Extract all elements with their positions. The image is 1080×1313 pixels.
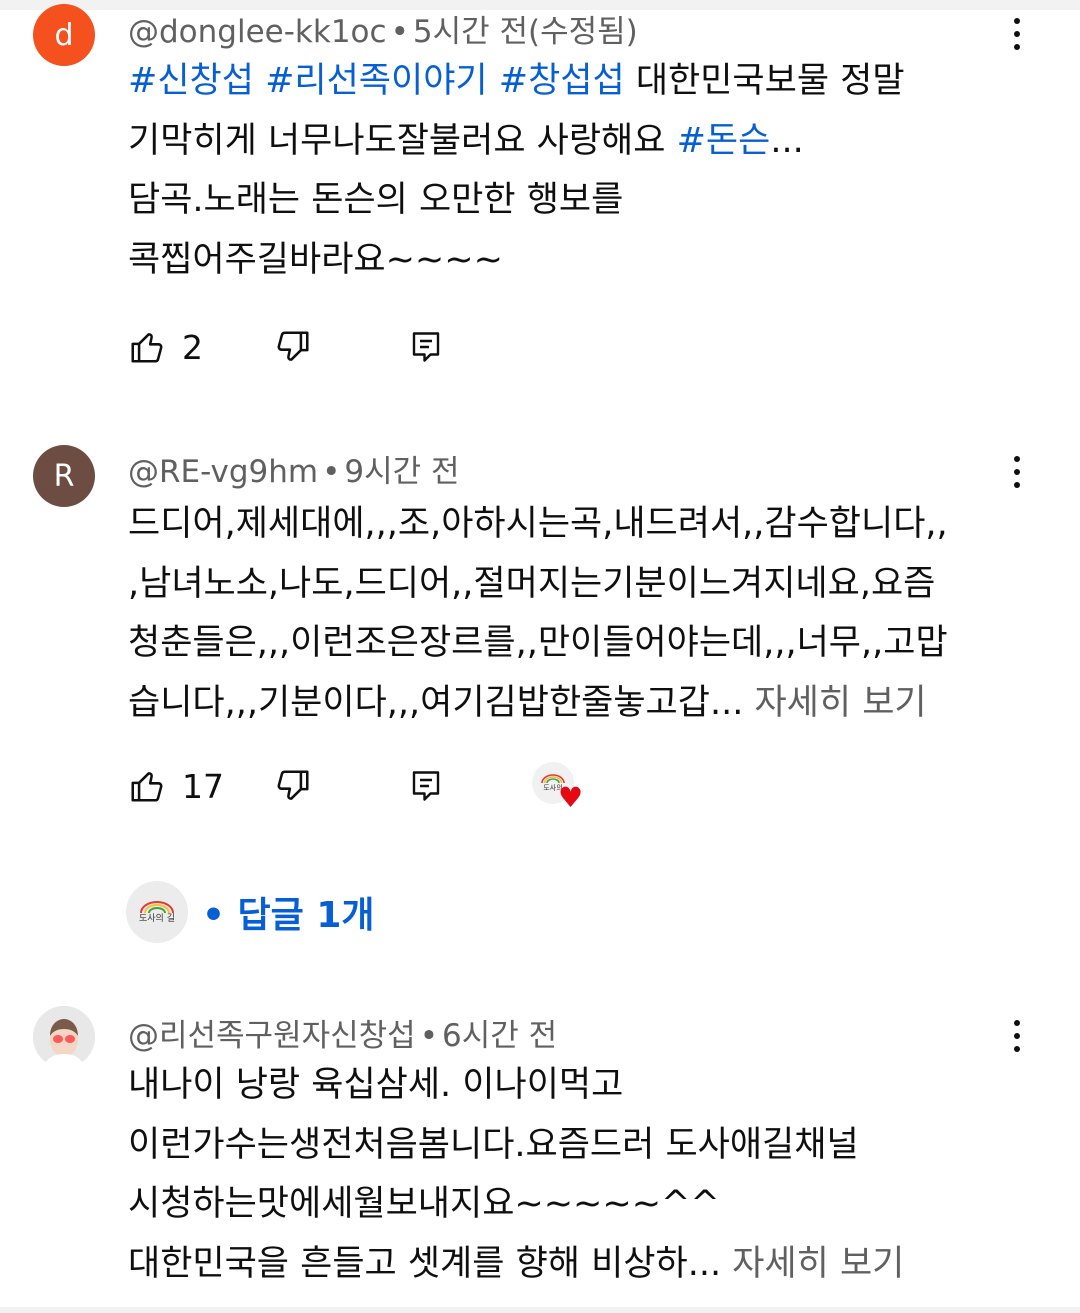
reply-icon	[412, 771, 440, 801]
comment-text-segment: 습니다,,,기분이다,,,여기김밥한줄놓고갑...	[128, 682, 755, 723]
comment-text-segment: 내나이 낭랑 육십삼세. 이나이먹고	[128, 1065, 624, 1105]
comment-text-segment: ...	[770, 120, 804, 161]
comment: d @donglee-kk1oc • 5시간 전(수정됨) #신창섭 #리선족이야기…	[0, 0, 1080, 420]
comment-text-segment: 기막히게 너무나도잘불러요 사랑해요	[128, 120, 677, 161]
read-more-link[interactable]: 자세히 보기	[732, 1244, 904, 1284]
dislike-button[interactable]	[274, 325, 312, 369]
comment-line: #신창섭 #리선족이야기 #창섭섭 대한민국보물 정말	[128, 52, 1028, 112]
hashtag-link[interactable]: #신창섭	[128, 61, 254, 101]
comment-line: 내나이 낭랑 육십삼세. 이나이먹고	[128, 1056, 1028, 1116]
comment-line: 대한민국을 흔들고 셋계를 향해 비상하... 자세히 보기	[128, 1235, 1028, 1295]
timestamp: 5시간 전(수정됨)	[412, 14, 638, 50]
comment-text-segment	[488, 61, 499, 101]
rainbow-icon	[140, 901, 174, 914]
avatar-letter: d	[54, 17, 74, 53]
author-name[interactable]: @donglee-kk1oc	[128, 14, 387, 50]
comment-text-segment	[254, 61, 265, 101]
like-button[interactable]: 2	[128, 325, 203, 369]
comment-text-segment: 드디어,제세대에,,,조,아하시는곡,내드려서,,감수합니다,,	[128, 504, 948, 544]
hashtag-link[interactable]: #리선족이야기	[265, 61, 488, 101]
replies-toggle[interactable]: 도사의 길 • 답글 1개	[126, 880, 375, 944]
comment-line: 이런가수는생전처음봄니다.요즘드러 도사애길채널	[128, 1116, 1028, 1176]
thumb-down-icon	[277, 770, 309, 800]
hashtag-link[interactable]: #돈슨	[677, 121, 771, 161]
comment-line: 청춘들은,,,이런조은장르를,,만이들어야는데,,,너무,,고맙	[128, 614, 1028, 674]
thumb-down-icon	[277, 331, 309, 361]
author-name[interactable]: @RE-vg9hm	[128, 454, 318, 490]
more-vert-icon[interactable]	[1000, 448, 1034, 496]
meta-separator: •	[390, 14, 409, 50]
reply-button[interactable]	[408, 325, 444, 369]
thumb-up-icon	[131, 772, 163, 802]
profile-photo-icon	[33, 1006, 95, 1068]
comment-text: #신창섭 #리선족이야기 #창섭섭 대한민국보물 정말 기막히게 너무나도잘불러요…	[128, 52, 1028, 290]
comment-line: 기막히게 너무나도잘불러요 사랑해요 #돈슨...	[128, 112, 1028, 172]
dislike-button[interactable]	[274, 764, 312, 808]
comment-line: 시청하는맛에세월보내지요~~~~~^^	[128, 1175, 1028, 1235]
meta-separator: •	[419, 1018, 438, 1054]
replies-count[interactable]: • 답글 1개	[202, 886, 375, 938]
comment-meta: @donglee-kk1oc • 5시간 전(수정됨)	[128, 6, 638, 51]
heart-icon: ♥	[558, 781, 584, 814]
comment-text-segment: 대한민국을 흔들고 셋계를 향해 비상하...	[128, 1243, 733, 1284]
comment-line: 습니다,,,기분이다,,,여기김밥한줄놓고갑... 자세히 보기	[128, 674, 1028, 734]
comment-actions: 2	[128, 325, 648, 375]
reply-button[interactable]	[408, 764, 444, 808]
avatar[interactable]: R	[33, 445, 95, 507]
avatar-letter: R	[53, 458, 75, 494]
avatar[interactable]: d	[33, 4, 95, 66]
comment-text-segment: 대한민국보물 정말	[624, 61, 905, 101]
author-name[interactable]: @리선족구원자신창섭	[128, 1018, 416, 1054]
comment-line: ,남녀노소,나도,드디어,,절머지는기분이느겨지네요,요즘	[128, 555, 1028, 615]
comment-text-segment: 콕찝어주길바라요~~~~	[128, 239, 503, 280]
comment-text-segment: 시청하는맛에세월보내지요~~~~~^^	[128, 1184, 720, 1224]
reply-icon	[412, 332, 440, 362]
comment-text[interactable]: 드디어,제세대에,,,조,아하시는곡,내드려서,,감수합니다,, ,남녀노소,나도…	[128, 495, 1028, 733]
replier-avatar: 도사의 길	[126, 881, 188, 943]
read-more-link[interactable]: 자세히 보기	[754, 683, 926, 723]
comment-text[interactable]: 내나이 낭랑 육십삼세. 이나이먹고이런가수는생전처음봄니다.요즘드러 도사애길…	[128, 1056, 1028, 1294]
comment-line: 콕찝어주길바라요~~~~	[128, 231, 1028, 291]
comment: R @RE-vg9hm • 9시간 전 드디어,제세대에,,,조,아하시는곡,내드려…	[0, 430, 1080, 970]
timestamp: 6시간 전	[441, 1018, 558, 1054]
comment-meta: @RE-vg9hm • 9시간 전	[128, 446, 460, 491]
more-vert-icon[interactable]	[1000, 1012, 1034, 1060]
comment-actions: 17 도사의 ♥	[128, 762, 648, 814]
like-count: 17	[182, 766, 224, 806]
avatar[interactable]	[33, 1006, 95, 1068]
meta-separator: •	[322, 454, 341, 490]
comment-text-segment: ,남녀노소,나도,드디어,,절머지는기분이느겨지네요,요즘	[128, 563, 936, 604]
comment-text-segment: 담곡.노래는 돈슨의 오만한 행보를	[128, 180, 624, 220]
comment: @리선족구원자신창섭 • 6시간 전 내나이 낭랑 육십삼세. 이나이먹고이런가수는…	[0, 990, 1080, 1307]
hashtag-link[interactable]: #창섭섭	[499, 61, 625, 101]
creator-heart: 도사의 ♥	[532, 762, 592, 812]
thumb-up-icon	[131, 333, 163, 363]
comment-meta: @리선족구원자신창섭 • 6시간 전	[128, 1010, 557, 1055]
comment-text-segment: 이런가수는생전처음봄니다.요즘드러 도사애길채널	[128, 1124, 859, 1165]
replier-logo-text: 도사의 길	[139, 914, 175, 924]
comment-line: 드디어,제세대에,,,조,아하시는곡,내드려서,,감수합니다,,	[128, 495, 1028, 555]
like-count: 2	[182, 327, 203, 367]
comment-line: 담곡.노래는 돈슨의 오만한 행보를	[128, 171, 1028, 231]
like-button[interactable]: 17	[128, 764, 224, 808]
timestamp: 9시간 전	[344, 454, 460, 490]
more-vert-icon[interactable]	[1000, 10, 1034, 58]
bottom-divider	[0, 1307, 1080, 1313]
comment-text-segment: 청춘들은,,,이런조은장르를,,만이들어야는데,,,너무,,고맙	[128, 623, 948, 663]
